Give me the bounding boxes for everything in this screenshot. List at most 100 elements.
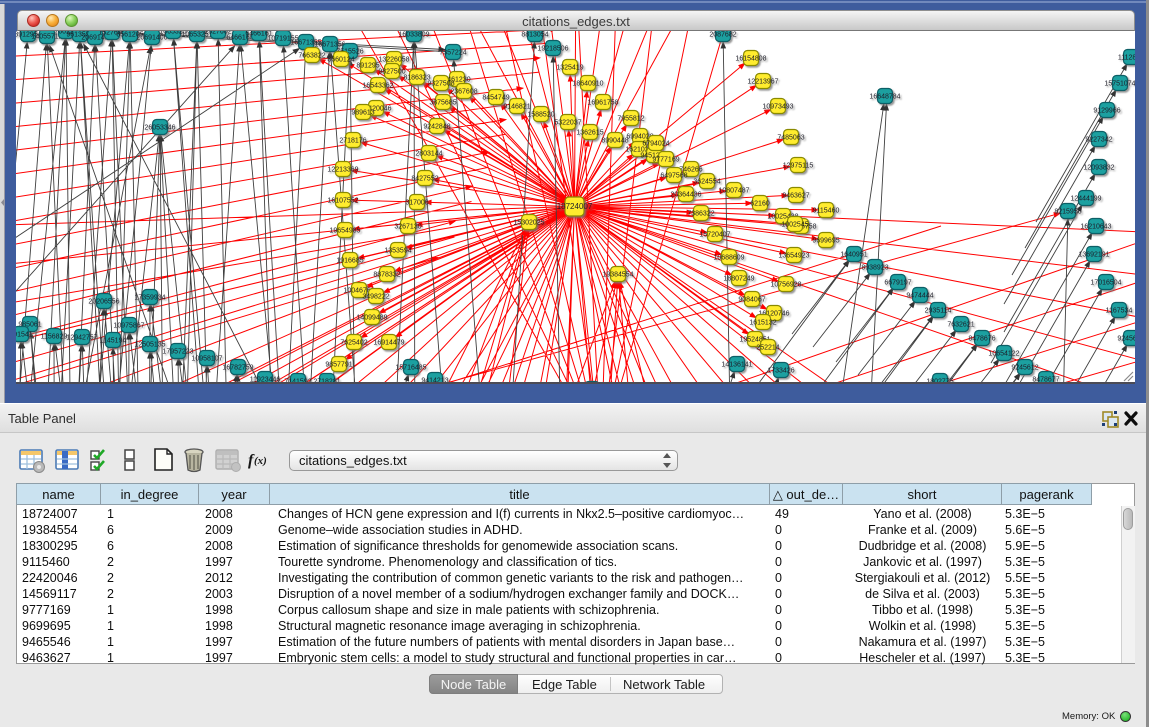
svg-text:891295: 891295 — [356, 63, 379, 70]
svg-text:2087682: 2087682 — [709, 32, 736, 39]
svg-text:9474444: 9474444 — [906, 293, 933, 300]
svg-text:2935114: 2935114 — [925, 308, 952, 315]
svg-text:62160: 62160 — [750, 201, 770, 208]
svg-text:1362615: 1362615 — [576, 130, 603, 137]
svg-text:1733426: 1733426 — [767, 368, 794, 375]
svg-text:8878332: 8878332 — [373, 272, 400, 279]
svg-text:8478676: 8478676 — [968, 336, 995, 343]
svg-text:9084067: 9084067 — [738, 297, 765, 304]
svg-text:6497568: 6497568 — [660, 173, 687, 180]
svg-text:20691406: 20691406 — [136, 35, 167, 42]
svg-text:16782759: 16782759 — [222, 365, 253, 372]
svg-text:1588520: 1588520 — [527, 112, 554, 119]
svg-text:13692191: 13692191 — [1078, 252, 1109, 259]
svg-text:8215958: 8215958 — [1054, 209, 1081, 216]
svg-text:13226058: 13226058 — [378, 57, 409, 64]
svg-text:15716485: 15716485 — [395, 365, 426, 372]
svg-text:16961758: 16961758 — [587, 100, 618, 107]
svg-text:16648784: 16648784 — [869, 94, 900, 101]
svg-text:12975115: 12975115 — [783, 163, 814, 170]
svg-text:10973493: 10973493 — [762, 104, 793, 111]
svg-text:10688609: 10688609 — [713, 255, 744, 262]
svg-text:16210643: 16210643 — [1080, 224, 1111, 231]
svg-text:9242848: 9242848 — [423, 124, 450, 131]
svg-text:16914479: 16914479 — [373, 340, 404, 347]
svg-text:9699695: 9699695 — [812, 238, 839, 245]
svg-text:6679197: 6679197 — [884, 280, 911, 287]
svg-text:3498222: 3498222 — [362, 294, 389, 301]
svg-text:3267130: 3267130 — [394, 224, 421, 231]
svg-text:19384554: 19384554 — [602, 272, 633, 279]
svg-text:12093832: 12093832 — [1083, 165, 1114, 172]
svg-text:9327508: 9327508 — [427, 81, 454, 88]
svg-text:16154808: 16154808 — [735, 56, 766, 63]
svg-text:18640910: 18640910 — [572, 81, 603, 88]
svg-text:19218506: 19218506 — [537, 46, 568, 53]
svg-text:1002545: 1002545 — [781, 222, 808, 229]
svg-text:8990448: 8990448 — [601, 138, 628, 145]
svg-text:1325419: 1325419 — [556, 65, 583, 72]
svg-text:12942757: 12942757 — [66, 335, 97, 342]
svg-text:9245612: 9245612 — [1011, 365, 1038, 372]
svg-text:9146821: 9146821 — [503, 104, 530, 111]
svg-text:15302025: 15302025 — [513, 220, 544, 227]
svg-text:1167534: 1167534 — [1106, 308, 1133, 315]
svg-text:9245613: 9245613 — [1117, 336, 1135, 343]
svg-text:16543362: 16543362 — [362, 83, 393, 90]
svg-text:10958107: 10958107 — [191, 356, 222, 363]
svg-text:8454749: 8454749 — [482, 95, 509, 102]
svg-text:1145194: 1145194 — [100, 338, 127, 345]
svg-text:8660124: 8660124 — [327, 57, 354, 64]
svg-text:391541: 391541 — [16, 332, 33, 339]
svg-text:9115460: 9115460 — [813, 208, 840, 215]
svg-text:6794024: 6794024 — [642, 141, 669, 148]
svg-text:7632621: 7632621 — [947, 322, 974, 329]
svg-text:9227342: 9227342 — [1085, 137, 1112, 144]
svg-text:14136141: 14136141 — [721, 362, 752, 369]
svg-text:16033809: 16033809 — [398, 32, 429, 39]
svg-text:17957223: 17957223 — [162, 349, 193, 356]
svg-text:3624554: 3624554 — [693, 179, 720, 186]
svg-text:7955812: 7955812 — [617, 116, 644, 123]
svg-text:17359934: 17359934 — [134, 295, 165, 302]
svg-text:10654122: 10654122 — [988, 351, 1019, 358]
svg-text:18807249: 18807249 — [723, 276, 754, 283]
svg-text:317006: 317006 — [405, 200, 428, 207]
svg-text:19654985: 19654985 — [329, 228, 360, 235]
svg-text:20364436: 20364436 — [670, 192, 701, 199]
svg-text:9827500: 9827500 — [378, 69, 405, 76]
svg-text:252214: 252214 — [756, 345, 779, 352]
svg-text:7357224: 7357224 — [439, 50, 466, 57]
svg-text:8938923: 8938923 — [861, 265, 888, 272]
svg-text:7663822: 7663822 — [298, 53, 325, 60]
svg-text:26053346: 26053346 — [144, 125, 175, 132]
svg-text:3875685: 3875685 — [429, 100, 456, 107]
svg-text:9777169: 9777169 — [652, 157, 679, 164]
svg-text:1615132: 1615132 — [749, 320, 776, 327]
svg-text:2718176: 2718176 — [339, 138, 366, 145]
svg-text:5322037: 5322037 — [554, 120, 581, 127]
svg-text:7485063: 7485063 — [777, 135, 804, 142]
svg-text:9129966: 9129966 — [1093, 108, 1120, 115]
svg-text:1353594: 1353594 — [384, 248, 411, 255]
svg-text:1916685: 1916685 — [336, 258, 363, 265]
svg-text:12213967: 12213967 — [747, 79, 778, 86]
svg-text:14099489: 14099489 — [356, 315, 387, 322]
svg-text:10807487: 10807487 — [718, 188, 749, 195]
svg-text:12213369: 12213369 — [327, 167, 358, 174]
svg-text:18724007: 18724007 — [557, 202, 593, 211]
svg-text:17016504: 17016504 — [1090, 280, 1121, 287]
svg-text:12505135: 12505135 — [134, 342, 165, 349]
svg-text:7386322: 7386322 — [687, 211, 714, 218]
svg-text:1640951: 1640951 — [840, 252, 867, 259]
svg-text:2803144: 2803144 — [415, 151, 442, 158]
svg-text:989613: 989613 — [351, 110, 374, 117]
svg-text:15720407: 15720407 — [699, 232, 730, 239]
svg-text:16107552: 16107552 — [327, 198, 358, 205]
svg-text:9857791: 9857791 — [325, 362, 352, 369]
svg-text:9463627: 9463627 — [782, 193, 809, 200]
svg-text:7625402: 7625402 — [340, 340, 367, 347]
svg-text:1156829: 1156829 — [41, 334, 68, 341]
svg-text:8427552: 8427552 — [411, 176, 438, 183]
svg-text:13654923: 13654923 — [778, 253, 809, 260]
